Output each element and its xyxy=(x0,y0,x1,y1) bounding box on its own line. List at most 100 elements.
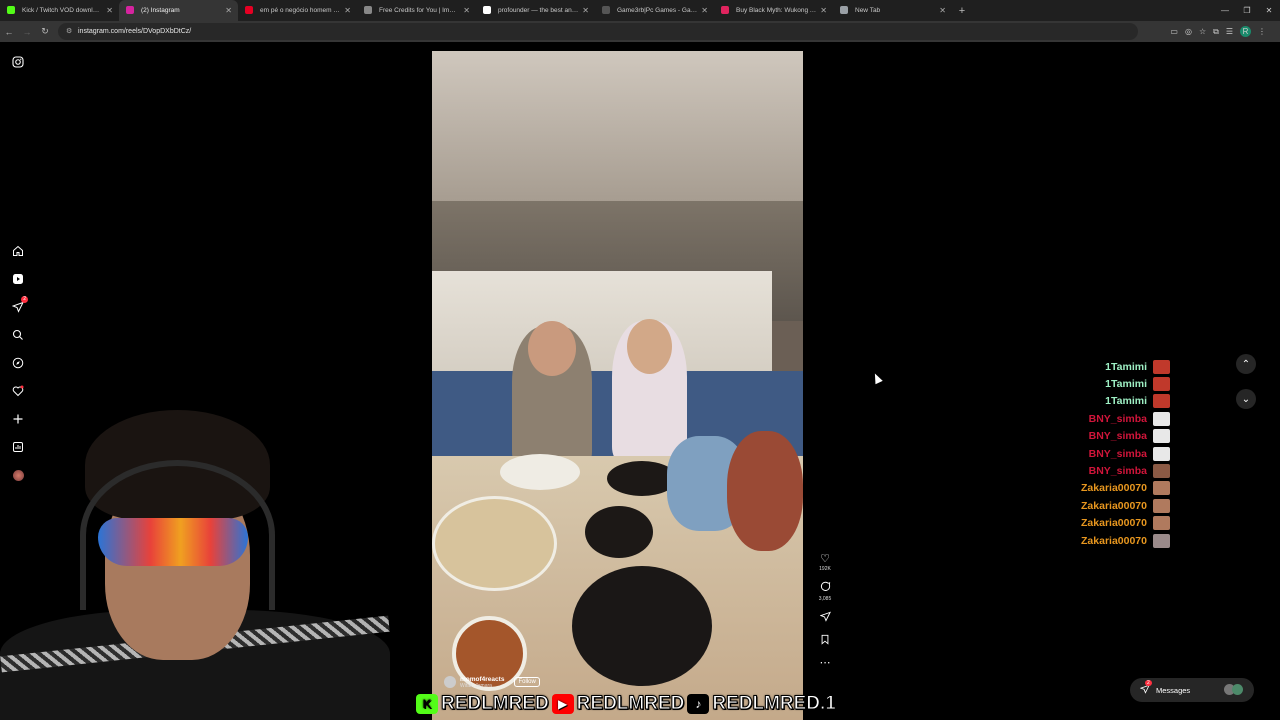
chat-username: BNY_simba xyxy=(1088,430,1147,443)
youtube-handle: REDLMRED xyxy=(576,693,685,715)
share-action[interactable] xyxy=(814,611,836,625)
chat-username: Zakaria00070 xyxy=(1081,534,1147,547)
cast-icon[interactable]: ▭ xyxy=(1170,27,1178,36)
browser-tab[interactable]: Game3rb|Pc Games - Games Onl… ✕ xyxy=(595,0,714,21)
browser-tab[interactable]: Kick / Twitch VOD downloader ✕ xyxy=(0,0,119,21)
chat-emote-icon xyxy=(1153,516,1170,531)
tab-strip: Kick / Twitch VOD downloader ✕ (2) Instagr… xyxy=(0,0,1280,21)
hide-icon[interactable]: ◎ xyxy=(1185,27,1192,36)
messages-avatars xyxy=(1224,684,1244,696)
tab-title: profounder — the best and free… xyxy=(498,7,578,14)
next-reel-button[interactable]: ⌄ xyxy=(1236,389,1256,409)
tab-title: New Tab xyxy=(855,7,881,14)
direct-messages-icon[interactable]: 2 xyxy=(10,296,28,315)
chat-emote-icon xyxy=(1153,411,1170,426)
author-username[interactable]: momof4reacts xyxy=(460,676,504,683)
home-icon[interactable] xyxy=(10,243,26,259)
messages-button[interactable]: 2 Messages xyxy=(1130,678,1254,702)
chat-emote-icon xyxy=(1153,498,1170,513)
messages-label: Messages xyxy=(1156,685,1191,695)
save-action[interactable] xyxy=(814,634,836,648)
kick-handle: REDLMRED xyxy=(441,693,550,715)
tab-close-icon[interactable]: ✕ xyxy=(820,6,827,15)
browser-tab[interactable]: (2) Instagram ✕ xyxy=(119,0,238,21)
tab-title: (2) Instagram xyxy=(141,7,180,14)
tab-close-icon[interactable]: ✕ xyxy=(582,6,589,15)
heart-icon[interactable]: ♡ xyxy=(820,553,830,565)
browser-tab[interactable]: New Tab ✕ xyxy=(833,0,952,21)
chat-username: BNY_simba xyxy=(1088,465,1147,478)
chat-username: Zakaria00070 xyxy=(1081,482,1147,495)
video-scene-plate xyxy=(500,454,580,490)
author-avatar[interactable] xyxy=(444,676,456,688)
tab-close-icon[interactable]: ✕ xyxy=(106,6,113,15)
video-scene-girl-head xyxy=(627,319,672,374)
browser-tab[interactable]: Free Credits for You | Image to…✕ xyxy=(357,0,476,21)
close-window-icon[interactable]: ✕ xyxy=(1258,0,1280,21)
minimize-icon[interactable]: — xyxy=(1214,0,1236,21)
restore-icon[interactable]: ❐ xyxy=(1236,0,1258,21)
browser-tab[interactable]: profounder — the best and free… ✕ xyxy=(476,0,595,21)
youtube-icon: ▶ xyxy=(551,694,574,714)
tab-title: Kick / Twitch VOD downloader xyxy=(22,7,103,14)
chat-emote-icon xyxy=(1153,394,1170,409)
browser-tab[interactable]: em pé o negócio homem apoi…✕ xyxy=(238,0,357,21)
tab-close-icon[interactable]: ✕ xyxy=(701,6,708,15)
back-icon[interactable]: ← xyxy=(0,27,18,37)
tab-close-icon[interactable]: ✕ xyxy=(225,6,232,15)
instagram-logo-icon[interactable] xyxy=(10,54,26,70)
browser-tab[interactable]: Buy Black Myth: Wukong Accou… ✕ xyxy=(714,0,833,21)
tab-title: Free Credits for You | Image to… xyxy=(379,7,460,14)
forward-icon[interactable]: → xyxy=(18,27,36,37)
address-bar[interactable]: ⚙ instagram.com/reels/DVopDXbDtCz/ xyxy=(58,23,1138,40)
video-scene-ceiling xyxy=(432,51,803,201)
chat-emote-icon xyxy=(1153,377,1170,392)
reels-icon[interactable] xyxy=(10,271,26,287)
chat-username: 1Tamimi xyxy=(1105,378,1147,391)
share-icon[interactable] xyxy=(819,611,831,625)
comment-icon[interactable] xyxy=(820,581,831,595)
chat-emote-icon xyxy=(1153,464,1170,479)
sidebar-toggle-icon[interactable]: ☰ xyxy=(1226,27,1233,36)
notifications-heart-icon[interactable] xyxy=(10,383,26,399)
url-text: instagram.com/reels/DVopDXbDtCz/ xyxy=(78,28,192,35)
like-count: 192K xyxy=(819,566,831,572)
tab-title: Buy Black Myth: Wukong Accou… xyxy=(736,7,816,14)
tab-close-icon[interactable]: ✕ xyxy=(463,6,470,15)
more-action[interactable]: ⋯ xyxy=(814,657,836,669)
bookmark-icon[interactable] xyxy=(820,634,830,648)
chat-message: 1Tamimi xyxy=(1040,393,1170,410)
chat-username: Zakaria00070 xyxy=(1081,499,1147,512)
tab-favicon-icon xyxy=(126,6,134,14)
chat-emote-icon xyxy=(1153,446,1170,461)
video-scene-vase xyxy=(727,431,803,551)
explore-icon[interactable] xyxy=(10,355,26,371)
previous-reel-button[interactable]: ⌃ xyxy=(1236,354,1256,374)
reload-icon[interactable]: ↻ xyxy=(36,26,54,37)
chevron-up-icon: ⌃ xyxy=(1241,358,1251,370)
extensions-icon[interactable]: ⧉ xyxy=(1213,27,1219,37)
reel-video[interactable] xyxy=(432,51,803,720)
chat-emote-icon xyxy=(1153,533,1170,548)
notification-badge: 2 xyxy=(21,296,28,303)
menu-icon[interactable]: ⋮ xyxy=(1258,27,1266,36)
reel-author: momof4reacts Wifak, Jemara Follow xyxy=(432,672,582,692)
chat-emote-icon xyxy=(1153,359,1170,374)
tab-close-icon[interactable]: ✕ xyxy=(939,6,946,15)
search-icon[interactable] xyxy=(10,327,26,343)
tab-close-icon[interactable]: ✕ xyxy=(344,6,351,15)
follow-button[interactable]: Follow xyxy=(514,677,540,687)
bookmark-star-icon[interactable]: ☆ xyxy=(1199,27,1206,36)
site-info-icon[interactable]: ⚙ xyxy=(66,27,72,35)
tab-favicon-icon xyxy=(245,6,253,14)
new-tab-button[interactable]: + xyxy=(952,0,972,21)
social-handles-banner: K REDLMRED ▶ REDLMRED ♪ REDLMRED.1 xyxy=(416,692,836,716)
chat-message: Zakaria00070 xyxy=(1040,480,1170,497)
chat-emote-icon xyxy=(1153,429,1170,444)
like-action[interactable]: ♡ 192K xyxy=(814,553,836,572)
streamer-webcam xyxy=(0,400,390,720)
tab-title: Game3rb|Pc Games - Games Onl… xyxy=(617,7,697,14)
comment-action[interactable]: 3,085 xyxy=(814,581,836,602)
profile-avatar[interactable]: R xyxy=(1240,26,1251,37)
more-options-icon[interactable]: ⋯ xyxy=(820,657,831,669)
